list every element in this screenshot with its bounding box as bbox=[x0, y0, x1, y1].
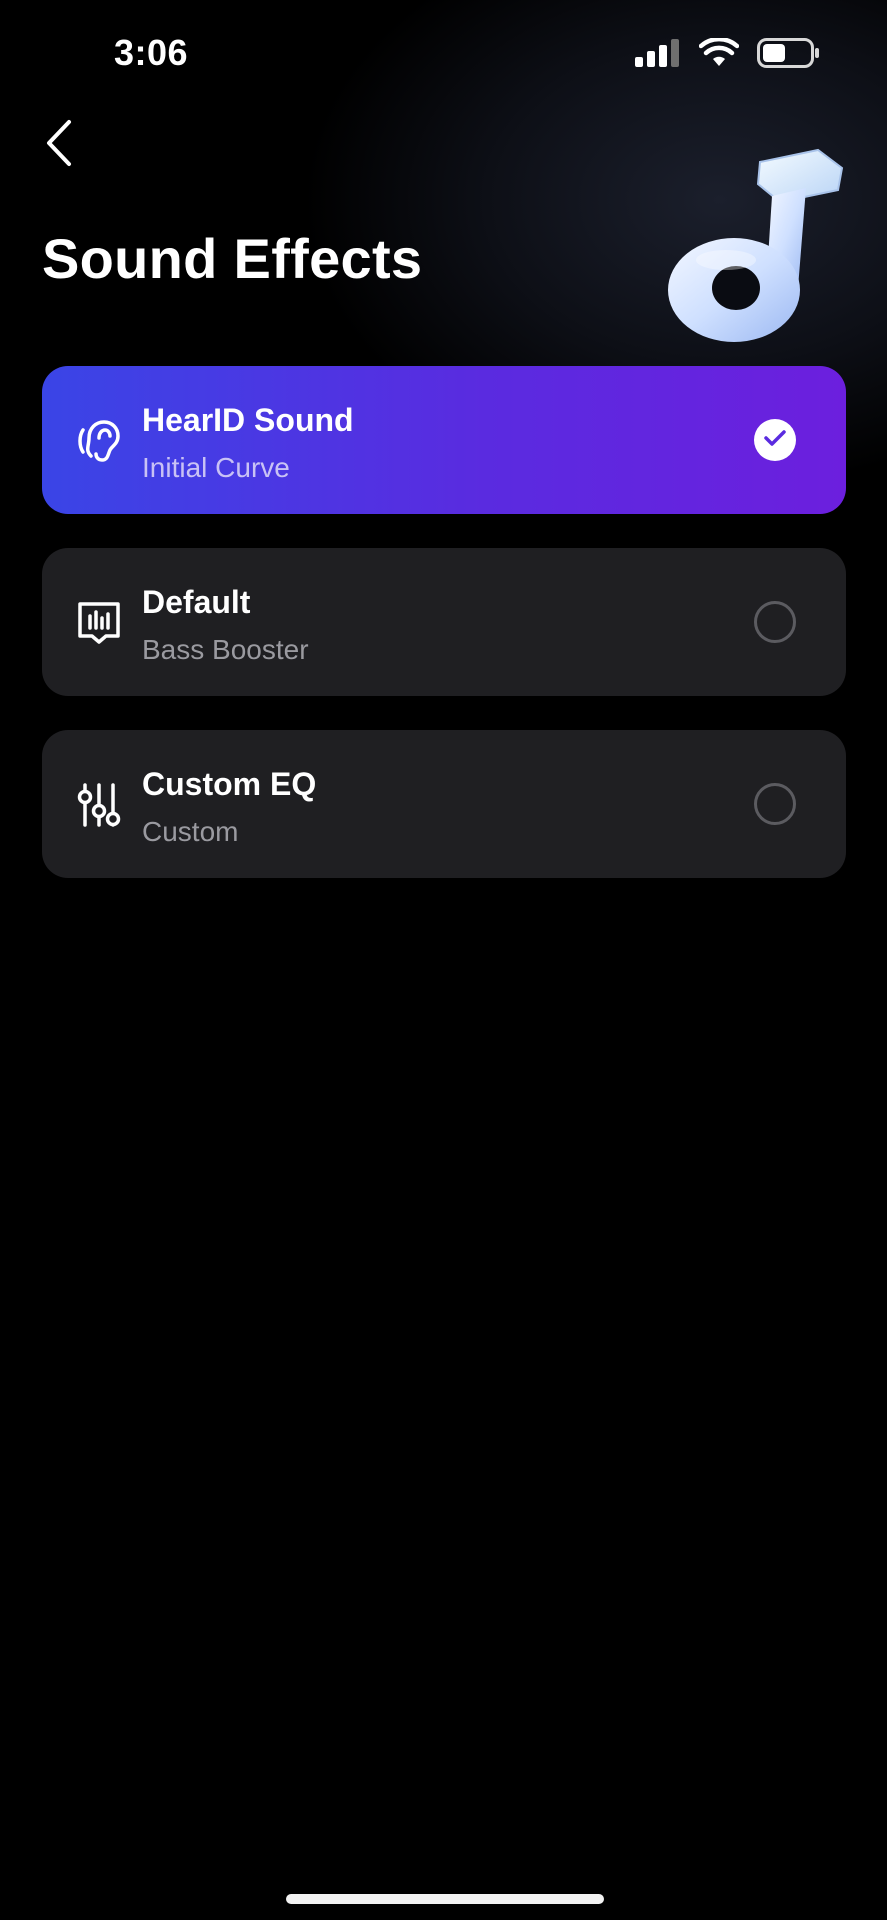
option-subtitle: Custom bbox=[142, 816, 239, 847]
radio-unchecked[interactable] bbox=[754, 783, 796, 825]
sliders-icon bbox=[74, 780, 124, 830]
battery-icon bbox=[757, 38, 821, 73]
page-title: Sound Effects bbox=[42, 227, 423, 290]
option-title: Custom EQ bbox=[142, 766, 317, 802]
status-time: 3:06 bbox=[114, 32, 189, 73]
status-icons bbox=[635, 36, 821, 73]
option-subtitle: Initial Curve bbox=[142, 452, 290, 483]
status-bar: 3:06 bbox=[0, 0, 887, 100]
checkmark-icon bbox=[763, 428, 787, 453]
ear-icon bbox=[74, 416, 124, 466]
cellular-signal-icon bbox=[635, 39, 681, 72]
wifi-icon bbox=[698, 36, 740, 73]
option-hearid-sound[interactable]: HearID Sound Initial Curve bbox=[42, 366, 846, 514]
option-title: HearID Sound bbox=[142, 402, 354, 438]
option-subtitle: Bass Booster bbox=[142, 634, 309, 665]
option-title: Default bbox=[142, 584, 251, 620]
equalizer-bars-icon bbox=[74, 598, 124, 648]
home-indicator[interactable] bbox=[286, 1894, 604, 1904]
chevron-left-icon bbox=[43, 118, 73, 173]
back-button[interactable] bbox=[38, 118, 78, 172]
radio-unchecked[interactable] bbox=[754, 601, 796, 643]
option-custom-eq[interactable]: Custom EQ Custom bbox=[42, 730, 846, 878]
option-default[interactable]: Default Bass Booster bbox=[42, 548, 846, 696]
music-note-icon bbox=[630, 140, 860, 360]
radio-checked[interactable] bbox=[754, 419, 796, 461]
